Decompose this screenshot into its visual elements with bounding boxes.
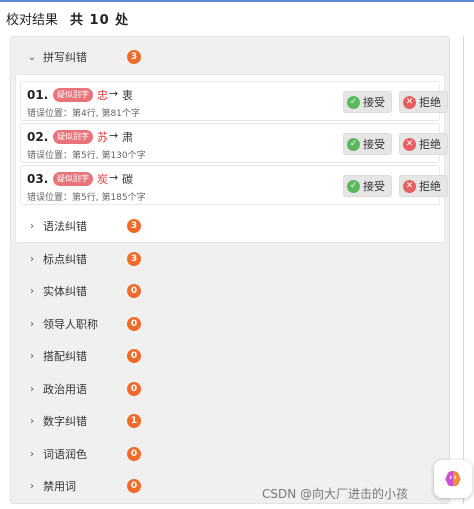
page-title: 校对结果 (6, 12, 59, 28)
section-entity[interactable]: › 实体纠错 0 (11, 275, 449, 307)
section-label: 政治用语 (43, 383, 87, 396)
count-badge: 0 (127, 382, 141, 396)
top-accent-line (0, 0, 474, 2)
section-leader-titles[interactable]: › 领导人职称 0 (11, 308, 449, 340)
section-punctuation[interactable]: › 标点纠错 3 (11, 243, 449, 275)
section-label: 实体纠错 (43, 285, 87, 298)
arrow: → (109, 87, 119, 100)
chevron-down-icon: ⌄ (27, 51, 37, 63)
reject-label: 拒绝 (419, 180, 441, 193)
scroll-track (463, 36, 464, 504)
section-label: 数字纠错 (43, 415, 87, 428)
reject-button[interactable]: ✕ 拒绝 (399, 133, 448, 155)
accept-button[interactable]: ✓ 接受 (343, 133, 392, 155)
section-collocation[interactable]: › 搭配纠错 0 (11, 340, 449, 372)
count-badge: 0 (127, 284, 141, 298)
accept-button[interactable]: ✓ 接受 (343, 91, 392, 113)
check-circle-icon: ✓ (347, 137, 360, 151)
section-political-terms[interactable]: › 政治用语 0 (11, 373, 449, 405)
reject-button[interactable]: ✕ 拒绝 (399, 175, 448, 197)
error-type-tag: 疑似别字 (53, 172, 93, 186)
original-char: 忠 (97, 89, 108, 102)
count-badge: 0 (127, 447, 141, 461)
accept-label: 接受 (363, 96, 385, 109)
section-label: 禁用词 (43, 480, 76, 493)
check-circle-icon: ✓ (347, 95, 360, 109)
error-item: 02. 疑似别字 苏 → 肃 错误位置：第5行, 第130个字 ✓ 接受 ✕ 拒… (20, 123, 448, 163)
count-badge: 3 (127, 252, 141, 266)
brain-icon (445, 471, 461, 487)
close-circle-icon: ✕ (403, 95, 416, 109)
total-count: 共 10 处 (70, 12, 130, 28)
chevron-right-icon: › (30, 480, 34, 492)
chevron-right-icon: › (30, 220, 34, 232)
accept-button[interactable]: ✓ 接受 (343, 175, 392, 197)
section-grammar[interactable]: › 语法纠错 3 (11, 210, 449, 242)
arrow: → (109, 171, 119, 184)
chevron-right-icon: › (30, 350, 34, 362)
section-word-polish[interactable]: › 词语润色 0 (11, 438, 449, 470)
accept-label: 接受 (363, 180, 385, 193)
item-number: 03. (27, 172, 49, 186)
chevron-right-icon: › (30, 415, 34, 427)
original-char: 苏 (97, 131, 108, 144)
error-position: 错误位置：第4行, 第81个字 (27, 109, 140, 119)
section-label: 标点纠错 (43, 253, 87, 266)
count-badge: 0 (127, 317, 141, 331)
section-spelling[interactable]: ⌄ 拼写纠错 3 (11, 41, 449, 73)
section-label: 词语润色 (43, 448, 87, 461)
close-circle-icon: ✕ (403, 179, 416, 193)
section-numbers[interactable]: › 数字纠错 1 (11, 405, 449, 437)
error-position: 错误位置：第5行, 第185个字 (27, 193, 146, 203)
reject-label: 拒绝 (419, 96, 441, 109)
chevron-right-icon: › (30, 253, 34, 265)
accept-label: 接受 (363, 138, 385, 151)
count-badge: 0 (127, 349, 141, 363)
close-circle-icon: ✕ (403, 137, 416, 151)
section-label: 拼写纠错 (43, 51, 87, 64)
results-header: 校对结果 共 10 处 (6, 8, 129, 28)
count-badge: 3 (127, 219, 141, 233)
check-circle-icon: ✓ (347, 179, 360, 193)
count-badge: 3 (127, 50, 141, 64)
assistant-float-button[interactable] (434, 460, 472, 498)
error-type-tag: 疑似别字 (53, 130, 93, 144)
suggested-char: 碳 (122, 173, 133, 186)
reject-label: 拒绝 (419, 138, 441, 151)
count-badge: 0 (127, 479, 141, 493)
error-item: 01. 疑似别字 忠 → 衷 错误位置：第4行, 第81个字 ✓ 接受 ✕ 拒绝 (20, 81, 448, 121)
section-label: 领导人职称 (43, 318, 98, 331)
chevron-right-icon: › (30, 285, 34, 297)
original-char: 炭 (97, 173, 108, 186)
reject-button[interactable]: ✕ 拒绝 (399, 91, 448, 113)
item-number: 01. (27, 88, 49, 102)
chevron-right-icon: › (30, 448, 34, 460)
chevron-right-icon: › (30, 318, 34, 330)
error-item: 03. 疑似别字 炭 → 碳 错误位置：第5行, 第185个字 ✓ 接受 ✕ 拒… (20, 165, 448, 205)
section-label: 搭配纠错 (43, 350, 87, 363)
arrow: → (109, 129, 119, 142)
chevron-right-icon: › (30, 383, 34, 395)
error-type-tag: 疑似别字 (53, 88, 93, 102)
section-label: 语法纠错 (43, 220, 87, 233)
error-position: 错误位置：第5行, 第130个字 (27, 151, 146, 161)
suggested-char: 肃 (122, 131, 133, 144)
suggested-char: 衷 (122, 89, 133, 102)
watermark: CSDN @向大厂进击的小孩 (262, 487, 409, 501)
count-badge: 1 (127, 414, 141, 428)
item-number: 02. (27, 130, 49, 144)
results-panel: ⌄ 拼写纠错 3 01. 疑似别字 忠 → 衷 错误位置：第4行, 第81个字 … (10, 36, 450, 504)
